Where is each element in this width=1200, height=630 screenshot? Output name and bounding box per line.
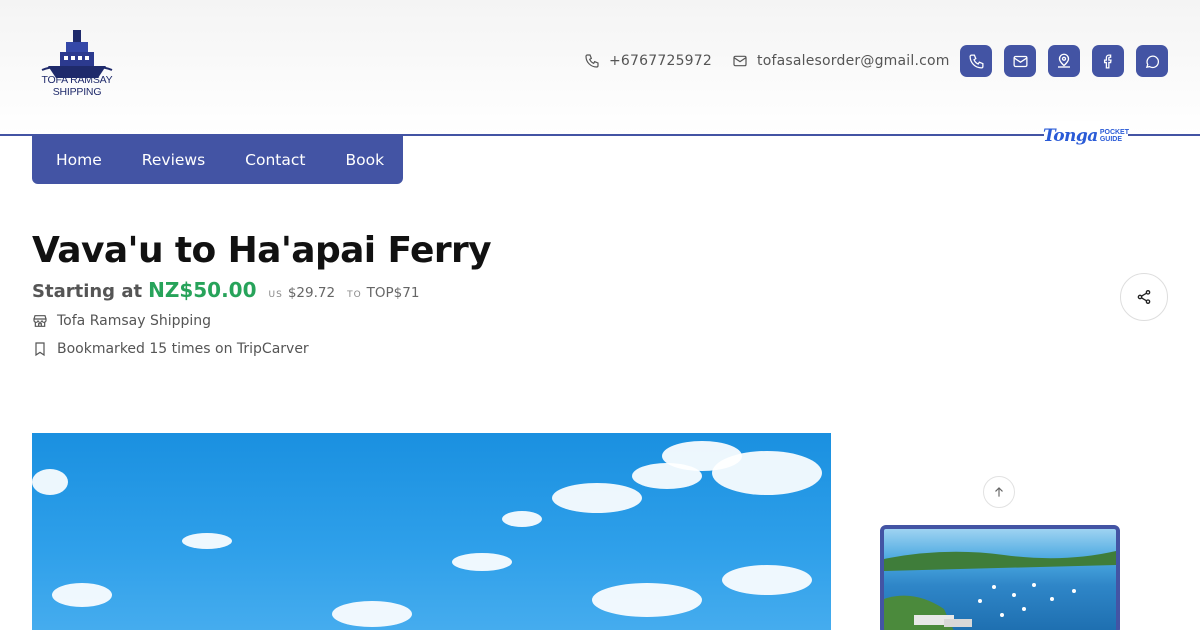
arrow-up-icon: [995, 487, 1003, 497]
price-usd-value: $29.72: [287, 285, 336, 301]
bookmark-info: Bookmarked 15 times on TripCarver: [32, 340, 309, 358]
map-pin-icon: [1058, 53, 1070, 68]
social-phone-button[interactable]: [960, 45, 992, 77]
logo-text: TOFA RAMSAY SHIPPING: [30, 74, 124, 98]
social-facebook-button[interactable]: [1092, 45, 1124, 77]
social-mail-button[interactable]: [1004, 45, 1036, 77]
nav-reviews[interactable]: Reviews: [142, 151, 205, 169]
price-top-value: TOP$71: [366, 285, 420, 301]
logo-line-1: TOFA RAMSAY: [41, 74, 113, 86]
main-nav: Home Reviews Contact Book: [32, 136, 403, 184]
header-email-link[interactable]: tofasalesorder@gmail.com: [732, 52, 950, 70]
nav-contact[interactable]: Contact: [245, 151, 305, 169]
hero-image: [32, 433, 831, 630]
page-title: Vava'u to Ha'apai Ferry: [32, 230, 492, 271]
header-phone-link[interactable]: +6767725972: [584, 52, 712, 70]
phone-number: +6767725972: [609, 53, 713, 69]
bookmark-count: Bookmarked 15 times on TripCarver: [57, 341, 309, 357]
price-top: TO TOP$71: [347, 285, 419, 301]
site-header: TOFA RAMSAY SHIPPING +6767725972 tofasal…: [0, 0, 1200, 135]
email-address: tofasalesorder@gmail.com: [757, 53, 950, 69]
brand-tag: POCKET GUIDE: [1100, 129, 1129, 143]
nav-book[interactable]: Book: [345, 151, 384, 169]
mail-icon: [733, 55, 747, 67]
phone-icon: [585, 54, 599, 68]
gallery-thumbnail[interactable]: [880, 525, 1120, 630]
us-flag-icon: US: [268, 290, 283, 300]
social-map-button[interactable]: [1048, 45, 1080, 77]
price-usd: US $29.72: [269, 285, 336, 301]
price-row: Starting at NZ$50.00 US $29.72 TO TOP$71: [32, 278, 431, 304]
tonga-pocket-guide-logo[interactable]: Tonga POCKET GUIDE: [1043, 121, 1129, 151]
store-icon: [33, 315, 47, 327]
social-whatsapp-button[interactable]: [1136, 45, 1168, 77]
scroll-to-top-button[interactable]: [983, 476, 1015, 508]
bookmark-icon: [35, 342, 45, 357]
company-name: Tofa Ramsay Shipping: [57, 313, 212, 329]
brand-tag-1: POCKET: [1099, 129, 1129, 136]
facebook-icon: [1103, 53, 1112, 69]
share-button[interactable]: [1120, 273, 1168, 321]
mail-icon: [1012, 55, 1028, 67]
share-icon: [1137, 290, 1151, 304]
brand-tag-2: GUIDE: [1099, 136, 1122, 143]
tonga-flag-icon: TO: [347, 290, 362, 300]
phone-icon: [968, 53, 984, 69]
logo-line-2: SHIPPING: [52, 86, 102, 98]
price-label: Starting at: [32, 281, 143, 302]
price-main: NZ$50.00: [148, 278, 257, 302]
whatsapp-icon: [1145, 55, 1159, 68]
brand-name: Tonga: [1043, 126, 1098, 146]
nav-home[interactable]: Home: [56, 151, 102, 169]
harbour-thumbnail-image: [884, 551, 1116, 630]
company-link[interactable]: Tofa Ramsay Shipping: [32, 312, 211, 330]
